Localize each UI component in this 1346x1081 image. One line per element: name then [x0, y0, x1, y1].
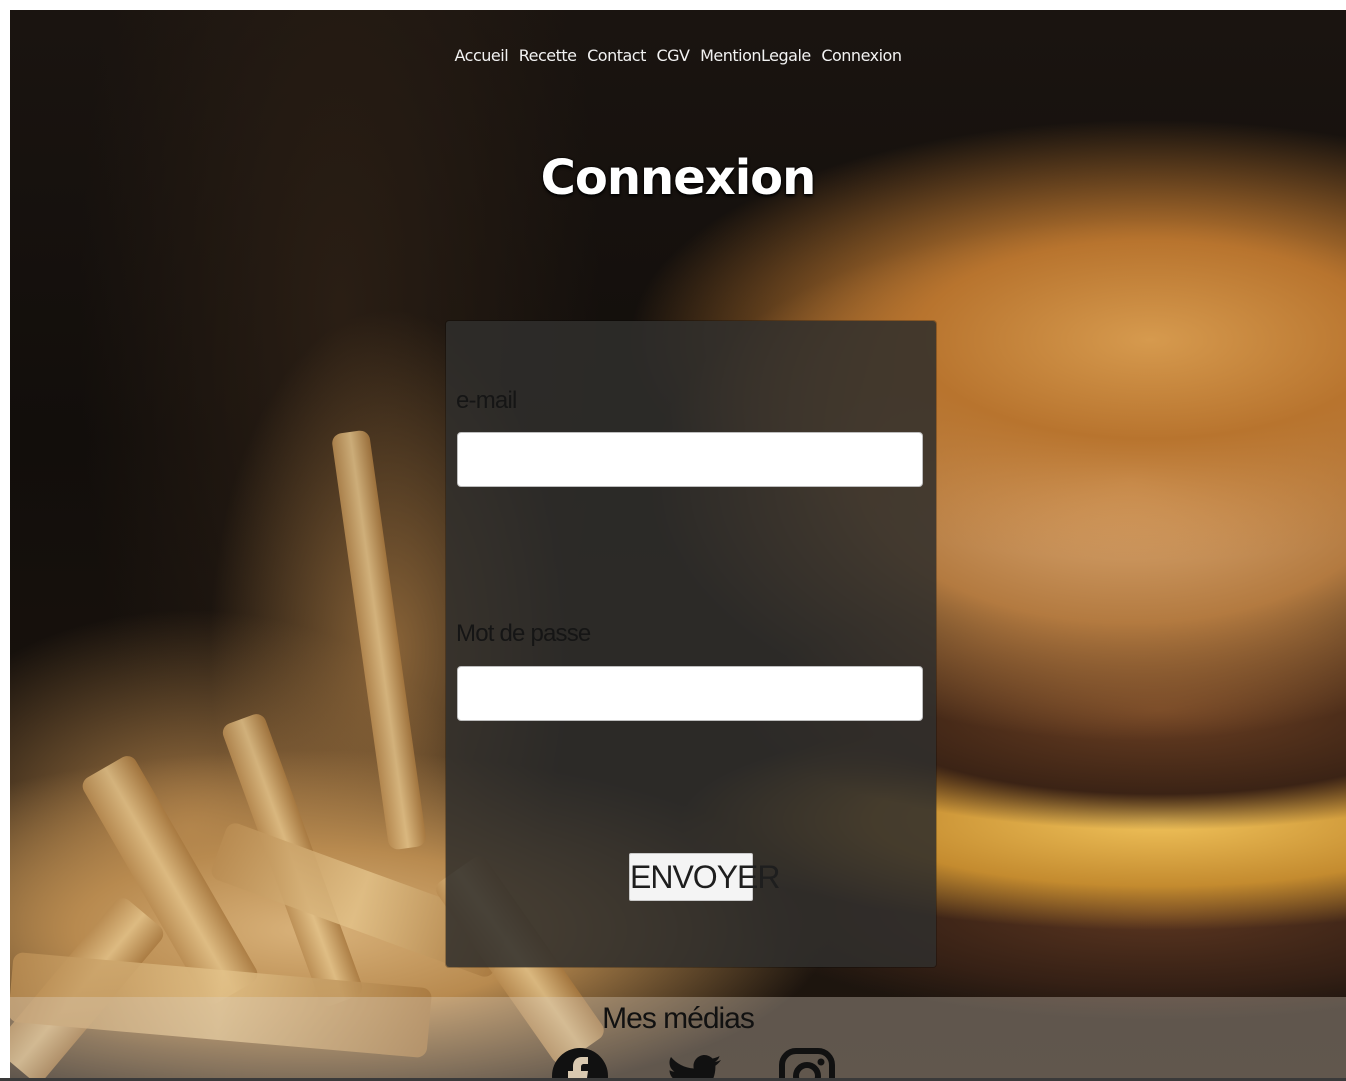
nav-link-recette[interactable]: Recette: [519, 46, 577, 65]
footer-title: Mes médias: [602, 1002, 755, 1035]
fries-decoration: [330, 429, 428, 851]
nav-link-contact[interactable]: Contact: [587, 46, 646, 65]
login-form: e-mail Mot de passe ENVOYER: [446, 321, 936, 967]
nav-link-accueil[interactable]: Accueil: [455, 46, 509, 65]
social-links: [10, 1046, 1346, 1078]
nav-link-mention-legale[interactable]: MentionLegale: [700, 46, 811, 65]
main-nav: Accueil Recette Contact CGV MentionLegal…: [10, 46, 1346, 65]
hero-background: Accueil Recette Contact CGV MentionLegal…: [10, 10, 1346, 1078]
password-input[interactable]: [457, 666, 923, 721]
email-input[interactable]: [457, 432, 923, 487]
facebook-icon[interactable]: [550, 1046, 610, 1078]
password-label: Mot de passe: [456, 620, 591, 647]
submit-button[interactable]: ENVOYER: [629, 853, 780, 901]
twitter-icon[interactable]: [665, 1046, 725, 1078]
nav-link-cgv[interactable]: CGV: [656, 46, 690, 65]
instagram-icon[interactable]: [777, 1046, 837, 1078]
nav-link-connexion[interactable]: Connexion: [821, 46, 902, 65]
page-title: Connexion: [540, 150, 817, 206]
email-label: e-mail: [456, 387, 517, 414]
